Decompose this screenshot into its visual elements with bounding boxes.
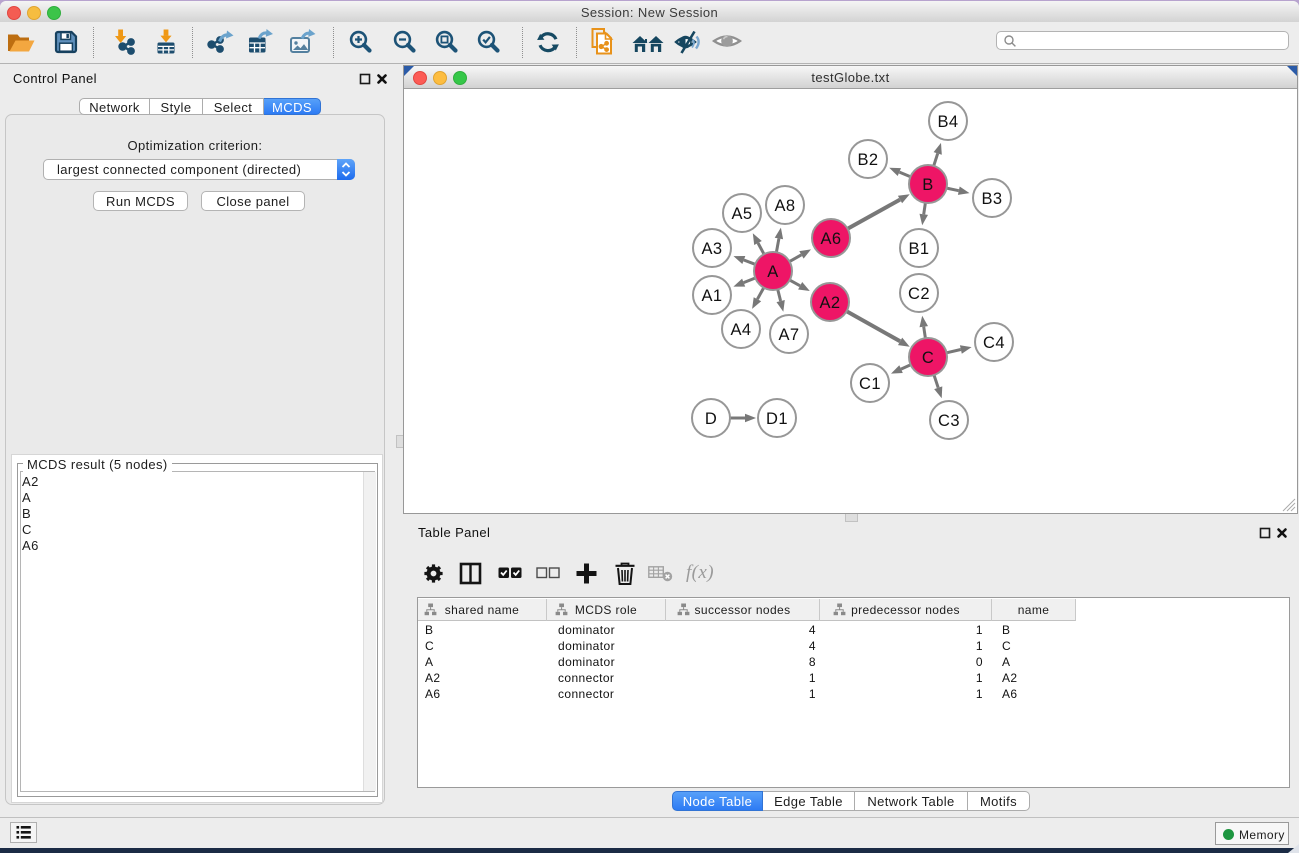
svg-text:C2: C2 xyxy=(908,285,930,303)
svg-text:D1: D1 xyxy=(766,410,788,428)
svg-text:B2: B2 xyxy=(858,151,879,169)
svg-text:C: C xyxy=(922,349,934,367)
svg-text:C1: C1 xyxy=(859,375,881,393)
svg-text:A5: A5 xyxy=(732,205,753,223)
svg-text:A7: A7 xyxy=(779,326,800,344)
svg-text:A1: A1 xyxy=(702,287,723,305)
svg-text:A4: A4 xyxy=(731,321,752,339)
svg-text:B3: B3 xyxy=(982,190,1003,208)
svg-text:D: D xyxy=(705,410,717,428)
svg-text:A6: A6 xyxy=(821,230,842,248)
svg-text:B4: B4 xyxy=(938,113,959,131)
svg-text:A8: A8 xyxy=(775,197,796,215)
svg-text:B: B xyxy=(922,176,933,194)
svg-text:A: A xyxy=(767,263,778,281)
svg-text:A3: A3 xyxy=(702,240,723,258)
svg-text:B1: B1 xyxy=(909,240,930,258)
svg-text:A2: A2 xyxy=(820,294,841,312)
svg-text:C3: C3 xyxy=(938,412,960,430)
svg-text:C4: C4 xyxy=(983,334,1005,352)
